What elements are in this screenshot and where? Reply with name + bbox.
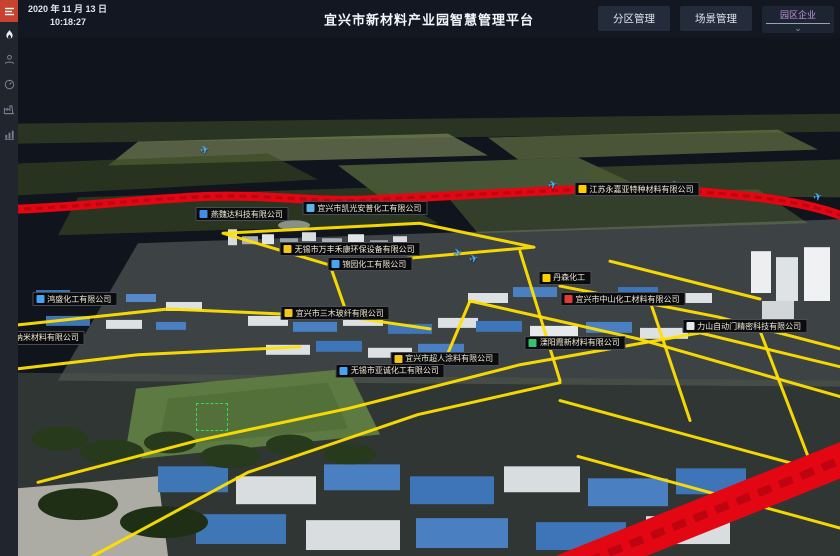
company-marker[interactable]: 无锡市万丰禾康环保设备有限公司: [280, 242, 421, 256]
company-marker-label: 远松腾纳米材料有限公司: [18, 332, 79, 343]
enterprise-dropdown[interactable]: 园区企业 ⌄: [762, 6, 834, 33]
company-marker[interactable]: 锦园化工有限公司: [327, 257, 412, 271]
company-marker[interactable]: 鸿盛化工有限公司: [32, 292, 117, 306]
company-marker-icon: [340, 367, 348, 375]
company-marker[interactable]: 宜兴市中山化工材料有限公司: [560, 292, 685, 306]
header-actions: 分区管理 场景管理 园区企业 ⌄: [598, 6, 834, 33]
map-3d-view[interactable]: 燕魏达科技有限公司 宜兴市凯光安普化工有限公司 江苏永嘉亚特种材料有限公司 无锡…: [18, 38, 840, 556]
page-title: 宜兴市新材料产业园智慧管理平台: [324, 10, 534, 29]
company-marker[interactable]: 江苏永嘉亚特种材料有限公司: [574, 182, 699, 196]
company-marker-icon: [529, 339, 537, 347]
company-marker-icon: [284, 245, 292, 253]
company-marker[interactable]: 宜兴市三木玻纤有限公司: [281, 306, 390, 320]
map-terrain-layer: [18, 38, 840, 556]
flame-icon[interactable]: [0, 22, 18, 47]
datetime-block: 2020 年 11 月 13 日 10:18:27: [28, 3, 107, 29]
company-marker-icon: [394, 355, 402, 363]
company-marker-label: 宜兴市凯光安普化工有限公司: [317, 203, 421, 214]
company-marker-label: 江苏永嘉亚特种材料有限公司: [589, 184, 693, 195]
chevron-down-icon: ⌄: [794, 24, 802, 32]
company-marker-icon: [285, 309, 293, 317]
company-marker-label: 丹森化工: [553, 272, 585, 283]
company-marker-label: 力山自动门精密科技有限公司: [697, 321, 801, 332]
bar-chart-icon[interactable]: [0, 122, 18, 147]
company-marker[interactable]: 溧阳霞新材料有限公司: [525, 336, 626, 350]
smart-park-platform: 2020 年 11 月 13 日 10:18:27 宜兴市新材料产业园智慧管理平…: [0, 0, 840, 556]
factory-icon[interactable]: [0, 97, 18, 122]
gauge-icon[interactable]: [0, 72, 18, 97]
company-marker[interactable]: 丹森化工: [538, 271, 591, 285]
header-bar: 2020 年 11 月 13 日 10:18:27 宜兴市新材料产业园智慧管理平…: [18, 0, 840, 38]
company-marker-label: 燕魏达科技有限公司: [211, 209, 283, 220]
left-icon-rail: [0, 0, 18, 556]
company-marker-label: 宜兴市超人涂料有限公司: [405, 353, 493, 364]
company-marker-label: 锦园化工有限公司: [342, 259, 406, 270]
company-marker[interactable]: 宜兴市凯光安普化工有限公司: [302, 201, 427, 215]
company-marker[interactable]: 无锡市亚诚化工有限公司: [336, 364, 445, 378]
header-action-button[interactable]: 分区管理: [598, 6, 670, 31]
menu-icon[interactable]: [0, 0, 18, 22]
company-marker-label: 宜兴市三木玻纤有限公司: [296, 308, 384, 319]
company-marker[interactable]: 远松腾纳米材料有限公司: [18, 331, 85, 345]
company-marker-label: 鸿盛化工有限公司: [47, 294, 111, 305]
current-time: 10:18:27: [28, 16, 107, 29]
company-marker-label: 溧阳霞新材料有限公司: [540, 337, 620, 348]
company-marker[interactable]: 燕魏达科技有限公司: [196, 207, 289, 221]
enterprise-dropdown-label: 园区企业: [766, 8, 830, 24]
header-action-button[interactable]: 场景管理: [680, 6, 752, 31]
company-marker-icon: [331, 260, 339, 268]
company-marker-label: 无锡市亚诚化工有限公司: [351, 365, 439, 376]
company-marker-label: 宜兴市中山化工材料有限公司: [575, 294, 679, 305]
company-marker-icon: [200, 210, 208, 218]
company-marker-label: 无锡市万丰禾康环保设备有限公司: [295, 244, 415, 255]
company-marker-icon: [564, 295, 572, 303]
company-marker[interactable]: 力山自动门精密科技有限公司: [682, 319, 807, 333]
company-marker-icon: [542, 274, 550, 282]
company-marker-icon: [36, 295, 44, 303]
company-marker-icon: [306, 204, 314, 212]
vehicle-marker-icon[interactable]: ✈: [452, 248, 464, 261]
company-marker-icon: [686, 322, 694, 330]
selection-box[interactable]: [196, 403, 228, 431]
current-date: 2020 年 11 月 13 日: [28, 3, 107, 16]
person-icon[interactable]: [0, 47, 18, 72]
company-marker-icon: [578, 185, 586, 193]
